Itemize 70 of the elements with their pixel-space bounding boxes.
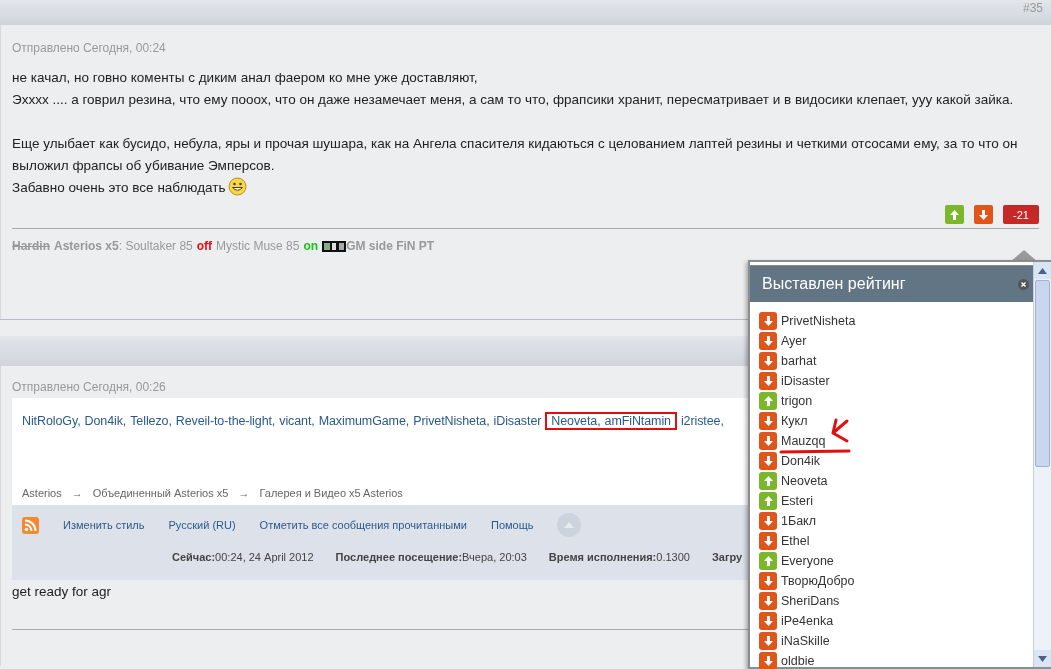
post-date: Отправлено Сегодня, 00:24 [12,41,166,55]
clan-emblem-icon [322,240,347,252]
breadcrumb-separator: → [238,487,250,499]
footer-stat: Время исполнения:0.1300 [548,551,690,563]
signature-text: Mystic Muse 85 [216,239,300,253]
footer-link[interactable]: Изменить стиль [63,519,145,531]
up-arrow-icon [950,209,960,220]
rating-score[interactable]: -21 [1003,205,1039,224]
voter-link[interactable]: Everyone [781,554,834,568]
footer-stat: Последнее посещение:Вчера, 20:03 [335,551,527,563]
voter-link[interactable]: iPe4enka [781,614,834,628]
voter-link[interactable]: Ayer [781,334,807,348]
voter-link[interactable]: Don4ik [781,454,820,468]
user-link[interactable]: vicant, [279,414,315,428]
scroll-down-icon[interactable] [1038,655,1047,662]
user-link[interactable]: NitRoloGy, [22,414,81,428]
user-link[interactable]: amFiNtamin [604,412,677,430]
post-text: get ready for agr [12,584,113,599]
post-text: Забавно очень это все наблюдать [12,180,226,195]
signature-text: Hardin [12,239,50,253]
post-date: Отправлено Сегодня, 00:26 [12,380,166,394]
voter-link[interactable]: ТворюДобро [781,574,855,588]
user-link[interactable]: MaximumGame, [318,414,410,428]
footer-link[interactable]: Помощь [491,519,534,531]
user-link[interactable]: iDisaster [493,414,542,428]
voter-link[interactable]: iNaSkille [781,634,830,648]
voter-link[interactable]: SheriDans [781,594,840,608]
breadcrumb-link[interactable]: Asterios [22,487,62,499]
signature-text: Asterios x5 [54,239,119,253]
voter-link[interactable]: Ethel [781,534,810,548]
footer-stat: Загру [711,551,743,563]
post-text: Еще улыбает как бусидо, небула, яры и прочая шушара, как на Ангела спасителя кидаються с целованием лаптей резины и четкими отсосами ему, за то что он выложил фрапсы об убивание Эмперсов. [12,136,1018,173]
voter-link[interactable]: Кукл [781,414,808,428]
signature-text: on [303,239,319,253]
breadcrumb-separator: → [71,487,83,499]
voter-link[interactable]: Mauzqq [781,434,826,448]
annotation-arrow-drawing [779,417,851,455]
voter-link[interactable]: Neoveta [781,474,828,488]
user-link[interactable]: PrivetNisheta, [413,414,490,428]
voter-link[interactable]: iDisaster [781,374,830,388]
breadcrumb-link[interactable]: Галерея и Видео x5 Asterios [259,487,403,499]
post-text: не качал, но говно коменты с диким анал фаером ко мне уже доставляют, [12,70,478,85]
footer-link[interactable]: Отметить все сообщения прочитанными [259,519,467,531]
scrollbar[interactable] [1033,262,1051,667]
voter-link[interactable]: oldbie [781,654,815,668]
vote-up-button[interactable] [945,205,965,224]
user-link[interactable]: Tellezo, [130,414,172,428]
voter-link[interactable]: Esteri [781,494,813,508]
grinning-smiley-icon [228,177,248,196]
user-link[interactable]: Don4ik, [84,414,127,428]
footer-stat: Сейчас:00:24, 24 April 2012 [172,551,314,563]
voter-link[interactable]: PrivetNisheta [781,314,856,328]
user-link[interactable]: i2ristee, [680,414,724,428]
breadcrumb-link[interactable]: Объединенный Asterios x5 [92,487,229,499]
signature-text: : Soultaker 85 [118,239,193,253]
popup-title: Выставлен рейтинг [762,275,906,293]
signature-text: GM side FiN PT [346,239,435,253]
voter-link[interactable]: barhat [781,354,817,368]
post-text: Эхххх .... а говрил резина, что ему пооох, что он даже незамечает меня, а сам то что, фрапсики хранит, пересматривает и в видосики клепает, ууу какой зайка. [12,92,1014,107]
signature-text: off [196,239,213,253]
voter-link[interactable]: 1Бакл [781,514,816,528]
voter-link[interactable]: trigon [781,394,813,408]
user-link[interactable]: Reveil-to-the-light, [175,414,276,428]
down-arrow-icon [979,209,989,220]
vote-down-button[interactable] [974,205,994,224]
footer-link[interactable]: Русский (RU) [168,519,236,531]
close-icon[interactable] [1018,278,1029,290]
user-link[interactable]: Neoveta, [545,412,605,430]
rss-icon[interactable] [22,516,39,534]
scroll-up-icon[interactable] [1038,267,1047,274]
